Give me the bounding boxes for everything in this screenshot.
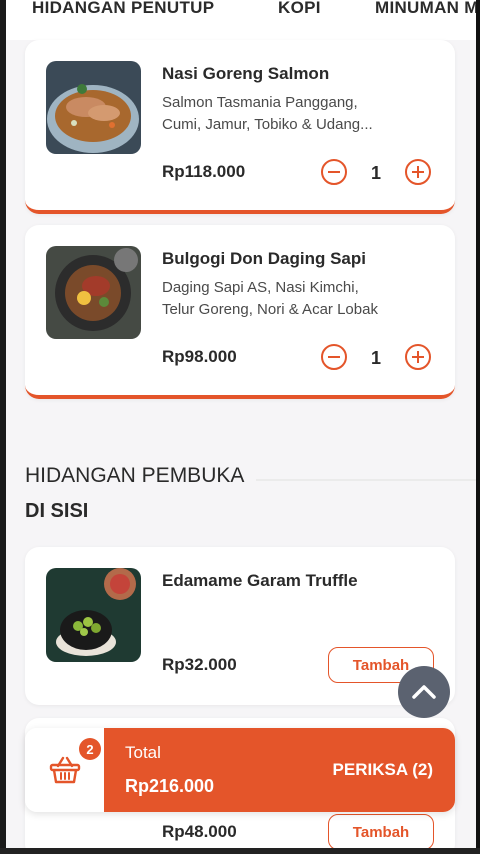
total-value: Rp216.000 [125, 776, 215, 796]
menu-item-card[interactable]: Edamame Garam Truffle Rp32.000 Tambah [25, 547, 455, 705]
item-quantity: 1 [370, 163, 381, 183]
item-name: Edamame Garam Truffle [162, 571, 358, 590]
scroll-top-button[interactable] [398, 666, 450, 718]
item-name: Bulgogi Don Daging Sapi [162, 249, 366, 268]
tab-minuman[interactable]: MINUMAN M [375, 0, 476, 18]
food-image [46, 61, 141, 154]
minus-circle-icon[interactable] [321, 344, 347, 370]
checkout-button[interactable]: PERIKSA (2) [333, 760, 433, 780]
item-price: Rp48.000 [162, 822, 237, 841]
section-title: HIDANGAN PEMBUKA [25, 464, 245, 487]
item-price: Rp32.000 [162, 655, 237, 674]
cart-button[interactable]: 2 [25, 728, 104, 812]
tab-hidangan-penutup[interactable]: HIDANGAN PENUTUP [32, 0, 214, 18]
category-tabs: HIDANGAN PENUTUP KOPI MINUMAN M [6, 0, 476, 40]
item-description-line: Daging Sapi AS, Nasi Kimchi, [162, 279, 359, 296]
plus-circle-icon[interactable] [405, 159, 431, 185]
chevron-up-icon [412, 685, 436, 699]
cart-count-badge: 2 [79, 738, 101, 760]
add-button[interactable]: Tambah [328, 814, 434, 848]
item-description-line: Cumi, Jamur, Tobiko & Udang... [162, 116, 373, 133]
total-label: Total [125, 743, 161, 762]
item-name: Nasi Goreng Salmon [162, 64, 330, 83]
basket-icon [49, 756, 80, 784]
item-description-line: Telur Goreng, Nori & Acar Lobak [162, 301, 378, 318]
item-quantity: 1 [370, 348, 381, 368]
section-subtitle: DI SISI [25, 500, 89, 522]
food-image [46, 246, 141, 339]
food-image [46, 568, 141, 662]
item-description-line: Salmon Tasmania Panggang, [162, 94, 358, 111]
screen-edge-bottom [0, 848, 480, 854]
tab-kopi[interactable]: KOPI [278, 0, 321, 18]
item-price: Rp98.000 [162, 347, 237, 366]
minus-circle-icon[interactable] [321, 159, 347, 185]
item-price: Rp118.000 [162, 162, 246, 181]
menu-item-card[interactable]: Bulgogi Don Daging Sapi Daging Sapi AS, … [25, 225, 455, 399]
plus-circle-icon[interactable] [405, 344, 431, 370]
cart-summary-bar[interactable]: 2 Total Rp216.000 PERIKSA (2) [25, 728, 455, 812]
checkout-panel[interactable]: Total Rp216.000 PERIKSA (2) [104, 728, 455, 812]
menu-page: HIDANGAN PENUTUP KOPI MINUMAN M Nasi Gor… [6, 0, 476, 848]
menu-item-card[interactable]: Nasi Goreng Salmon Salmon Tasmania Pangg… [25, 40, 455, 214]
section-divider [256, 479, 476, 481]
